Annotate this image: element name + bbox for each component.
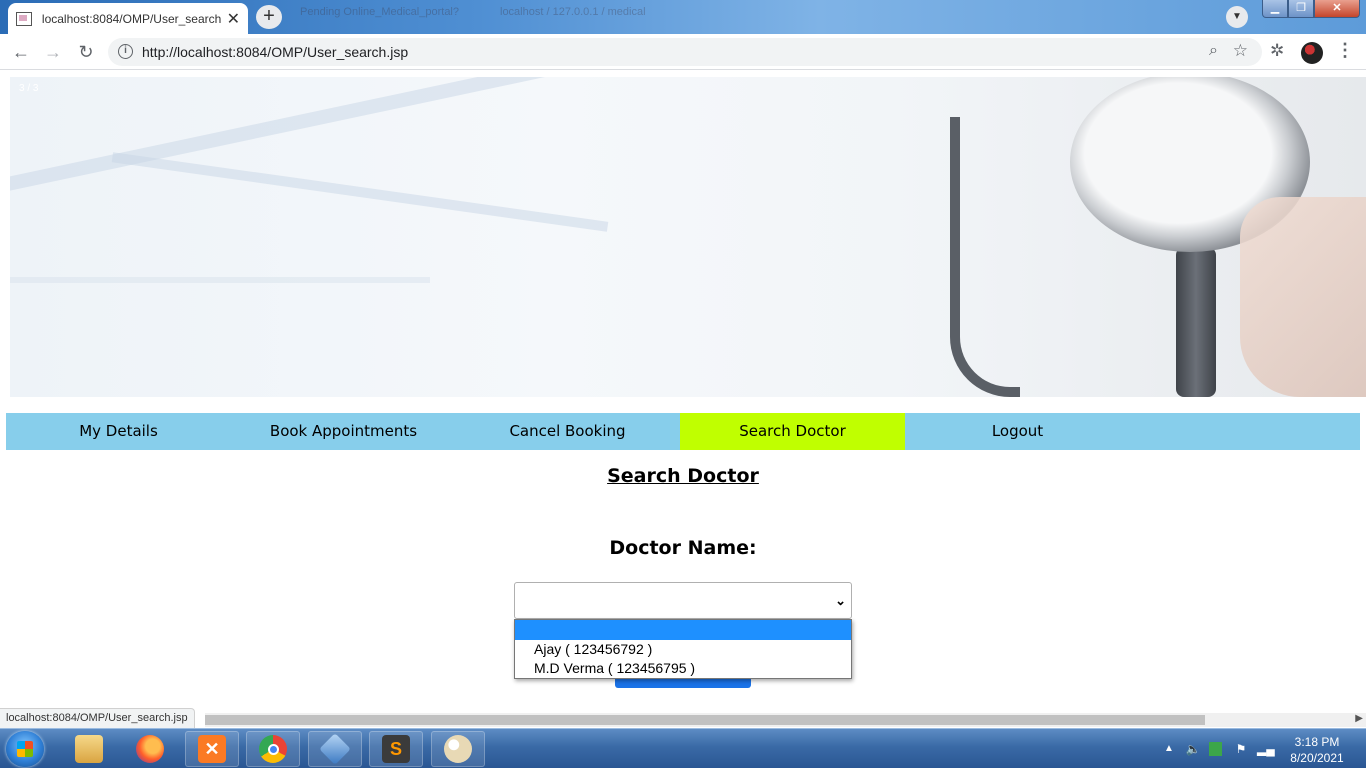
back-arrow-icon[interactable]: ← — [10, 41, 32, 63]
close-tab-icon[interactable]: ✕ — [227, 9, 240, 29]
scrollbar-thumb[interactable] — [205, 715, 1205, 725]
virtualbox-icon — [319, 733, 351, 765]
action-center-icon[interactable] — [1209, 742, 1222, 756]
show-hidden-icons-icon[interactable]: ▲ — [1164, 743, 1174, 754]
xampp-icon: ✕ — [198, 735, 226, 763]
profile-avatar[interactable] — [1301, 42, 1323, 64]
dropdown-option-empty[interactable] — [515, 620, 851, 640]
banner-ceiling-beam — [10, 277, 430, 283]
stethoscope-stem — [1176, 247, 1216, 397]
firefox-icon — [136, 735, 164, 763]
banner-ceiling-beam — [111, 152, 609, 232]
reload-icon[interactable]: ↻ — [75, 41, 97, 63]
extensions-puzzle-icon[interactable]: ✲ — [1270, 41, 1284, 61]
volume-muted-icon[interactable]: 🔈 — [1185, 741, 1201, 757]
start-button[interactable] — [6, 731, 44, 767]
clock-date: 8/20/2021 — [1290, 751, 1344, 765]
taskbar-virtualbox[interactable] — [308, 731, 362, 767]
dropdown-option-md-verma[interactable]: M.D Verma ( 123456795 ) — [515, 659, 851, 678]
close-window-button[interactable]: ✕ — [1314, 0, 1360, 18]
taskbar-sublime-text[interactable]: S — [369, 731, 423, 767]
minimize-window-button[interactable]: ▁ — [1262, 0, 1288, 18]
nav-book-appointments[interactable]: Book Appointments — [231, 413, 456, 450]
system-clock[interactable]: 3:18 PM 8/20/2021 — [1282, 734, 1352, 766]
sublime-text-icon: S — [382, 735, 410, 763]
bookmark-star-icon[interactable]: ☆ — [1233, 41, 1248, 61]
network-error-icon[interactable]: ⚑ — [1233, 741, 1249, 757]
stethoscope-tube — [950, 117, 1020, 397]
dropdown-option-ajay[interactable]: Ajay ( 123456792 ) — [515, 640, 851, 659]
doctor-dropdown-list: Ajay ( 123456792 ) M.D Verma ( 123456795… — [514, 619, 852, 679]
signal-strength-icon[interactable]: ▂▄ — [1257, 741, 1275, 757]
doctor-name-select[interactable]: ⌄ — [514, 582, 852, 619]
active-tab[interactable]: localhost:8084/OMP/User_search ✕ — [8, 3, 248, 34]
tab-search-icon[interactable]: ▼ — [1226, 6, 1248, 28]
nav-my-details[interactable]: My Details — [6, 413, 231, 450]
banner-hand — [1240, 197, 1366, 397]
zoom-icon[interactable]: ⌕ — [1209, 42, 1218, 60]
maximize-window-button[interactable]: ❐ — [1288, 0, 1314, 18]
page-favicon-icon — [16, 11, 32, 26]
hero-banner-image: 3 / 3 — [10, 77, 1366, 397]
page-title: Search Doctor — [607, 465, 759, 487]
folder-icon — [75, 735, 103, 763]
browser-toolbar: ← → ↻ i http://localhost:8084/OMP/User_s… — [0, 34, 1366, 70]
taskbar-explorer[interactable] — [62, 731, 116, 767]
active-tab-title: localhost:8084/OMP/User_search — [41, 11, 221, 26]
forward-arrow-icon[interactable]: → — [42, 41, 64, 63]
new-tab-button[interactable]: + — [256, 5, 282, 29]
status-bar-url: localhost:8084/OMP/User_search.jsp — [0, 708, 195, 729]
main-nav-bar: My Details Book Appointments Cancel Book… — [6, 413, 1360, 450]
browser-menu-icon[interactable]: ⋮ — [1336, 40, 1354, 61]
horizontal-scrollbar[interactable]: ▶ — [205, 713, 1366, 727]
paint-palette-icon — [444, 735, 472, 763]
doctor-name-label: Doctor Name: — [609, 537, 757, 559]
windows-taskbar: ✕ S ▲ 🔈 ⚑ ▂▄ 3:18 PM 8/20/2021 — [0, 728, 1366, 768]
taskbar-paint[interactable] — [431, 731, 485, 767]
chevron-down-icon: ⌄ — [835, 593, 846, 608]
slide-counter: 3 / 3 — [19, 83, 39, 94]
nav-cancel-booking[interactable]: Cancel Booking — [455, 413, 680, 450]
background-tab-1[interactable]: Pending Online_Medical_portal? — [300, 6, 480, 28]
clock-time: 3:18 PM — [1294, 735, 1340, 749]
site-info-icon[interactable]: i — [118, 44, 133, 59]
nav-logout[interactable]: Logout — [905, 413, 1130, 450]
background-tab-2[interactable]: localhost / 127.0.0.1 / medical — [500, 6, 710, 28]
taskbar-chrome[interactable] — [246, 731, 300, 767]
windows-logo-icon — [17, 741, 33, 757]
taskbar-xampp[interactable]: ✕ — [185, 731, 239, 767]
banner-ceiling-beam — [10, 77, 585, 194]
address-bar[interactable]: i http://localhost:8084/OMP/User_search.… — [108, 38, 1262, 66]
address-bar-url[interactable]: http://localhost:8084/OMP/User_search.js… — [142, 44, 408, 60]
scroll-right-icon[interactable]: ▶ — [1355, 713, 1363, 724]
taskbar-firefox[interactable] — [123, 731, 177, 767]
nav-search-doctor[interactable]: Search Doctor — [680, 413, 905, 450]
browser-tab-strip: localhost:8084/OMP/User_search ✕ + Pendi… — [0, 0, 1366, 34]
chrome-icon — [259, 735, 287, 763]
